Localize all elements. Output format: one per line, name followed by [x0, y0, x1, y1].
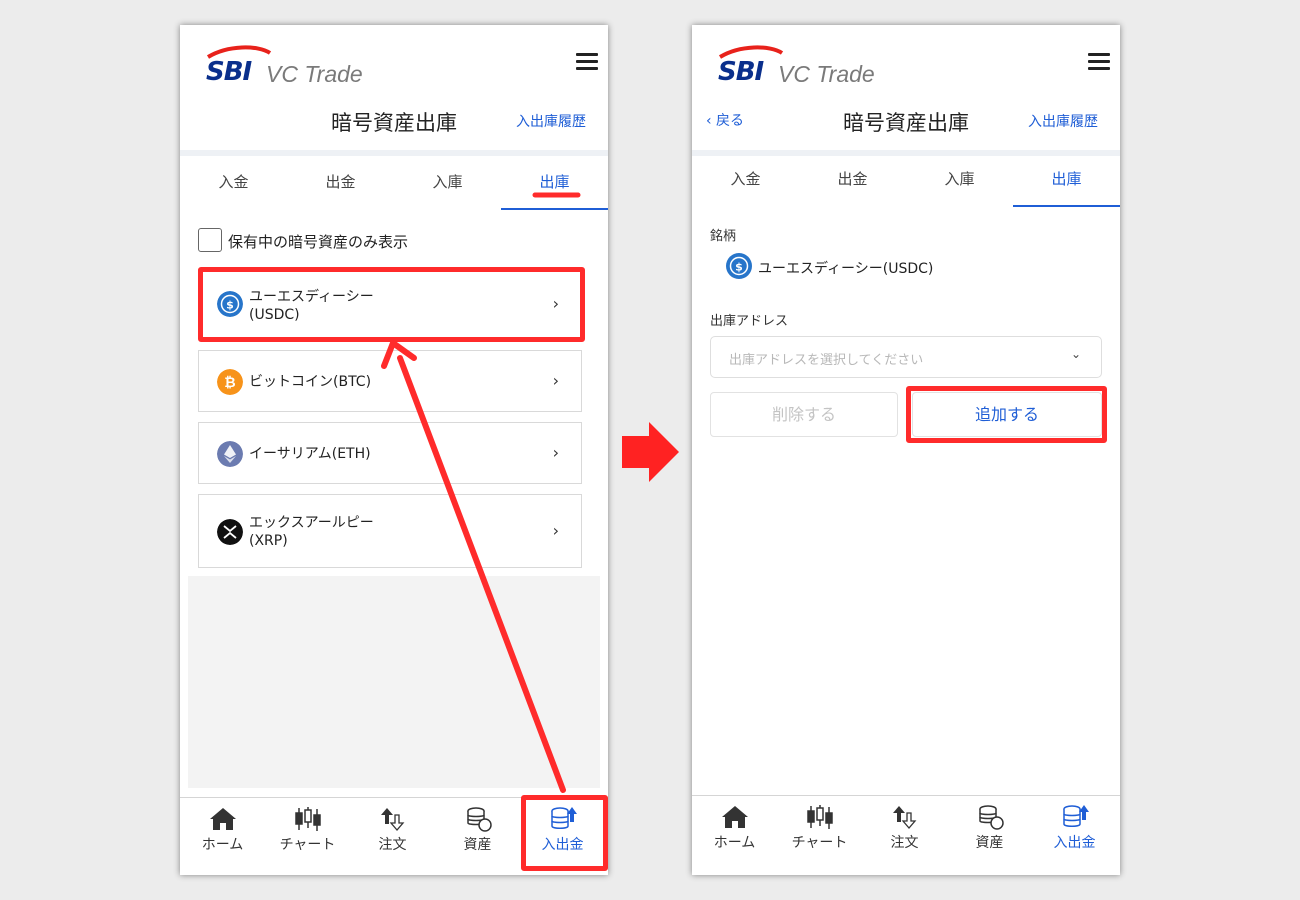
- next-step-arrow-icon: [622, 422, 679, 482]
- annotation-arrow-line: [397, 355, 566, 793]
- annotation-overlay: [381, 192, 679, 793]
